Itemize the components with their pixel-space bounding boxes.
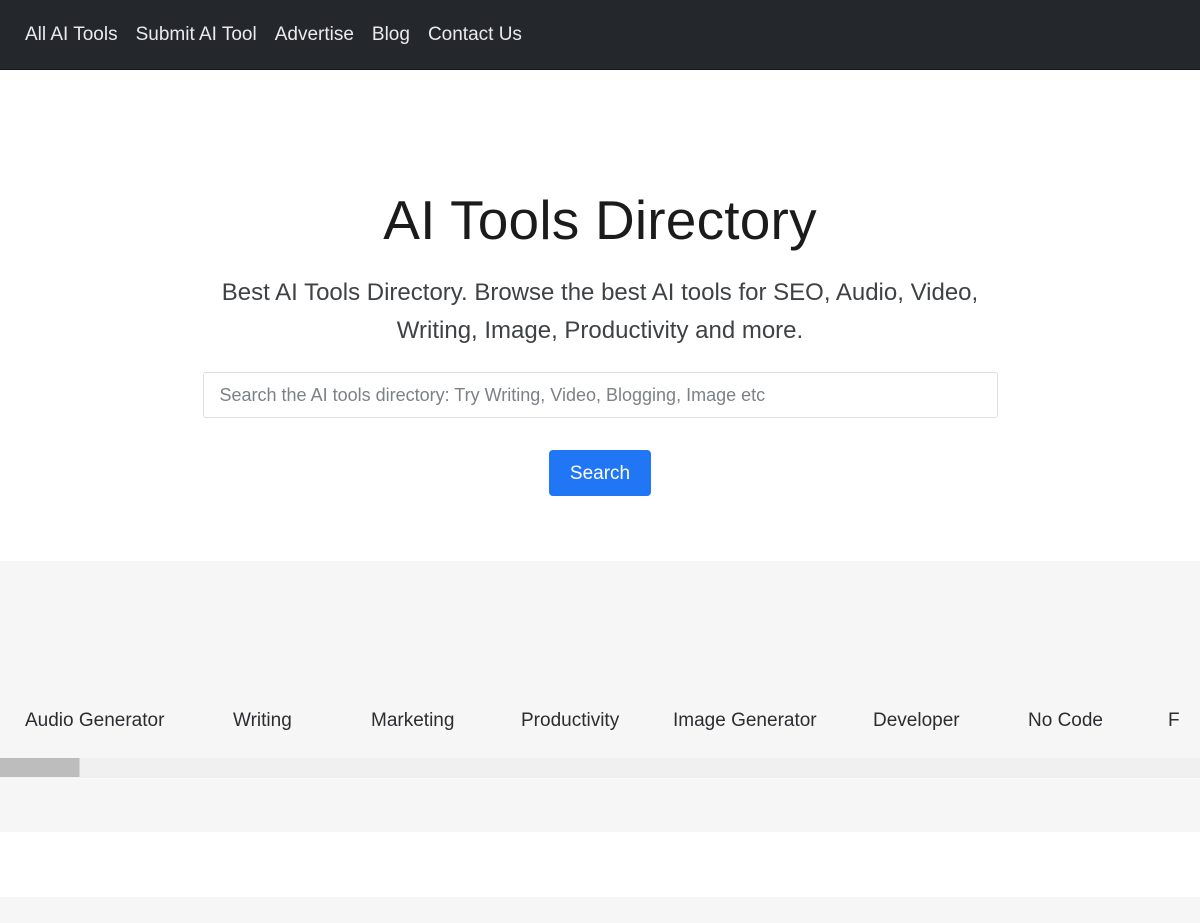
search-input[interactable] [203,372,998,418]
content-band-white [0,832,1200,897]
horizontal-scrollbar-track[interactable] [0,758,1200,779]
nav-item-contact-us[interactable]: Contact Us [428,20,522,50]
search-button-container: Search [0,450,1200,496]
nav-item-blog[interactable]: Blog [372,20,410,50]
nav-item-all-ai-tools[interactable]: All AI Tools [25,20,118,50]
search-button[interactable]: Search [549,450,651,496]
content-band-gray [0,897,1200,923]
top-navigation-bar: All AI Tools Submit AI Tool Advertise Bl… [0,0,1200,70]
nav-item-advertise[interactable]: Advertise [275,20,354,50]
category-item-no-code[interactable]: No Code [1028,710,1168,732]
hero-section: AI Tools Directory Best AI Tools Directo… [0,70,1200,561]
nav-item-submit-ai-tool[interactable]: Submit AI Tool [136,20,257,50]
search-field-container [0,372,1200,418]
category-item-developer[interactable]: Developer [873,710,1028,732]
category-section: Audio Generator Writing Marketing Produc… [0,561,1200,832]
horizontal-scrollbar-thumb[interactable] [0,758,80,777]
page-title: AI Tools Directory [0,188,1200,252]
category-item-marketing[interactable]: Marketing [371,710,521,732]
category-item-image-generator[interactable]: Image Generator [673,710,873,732]
nav-link-list: All AI Tools Submit AI Tool Advertise Bl… [25,20,522,50]
category-item-truncated[interactable]: F [1168,710,1180,732]
hero-subtitle: Best AI Tools Directory. Browse the best… [200,274,1000,350]
category-item-writing[interactable]: Writing [233,710,371,732]
category-list: Audio Generator Writing Marketing Produc… [0,691,1200,751]
category-item-productivity[interactable]: Productivity [521,710,673,732]
category-item-audio-generator[interactable]: Audio Generator [25,710,233,732]
